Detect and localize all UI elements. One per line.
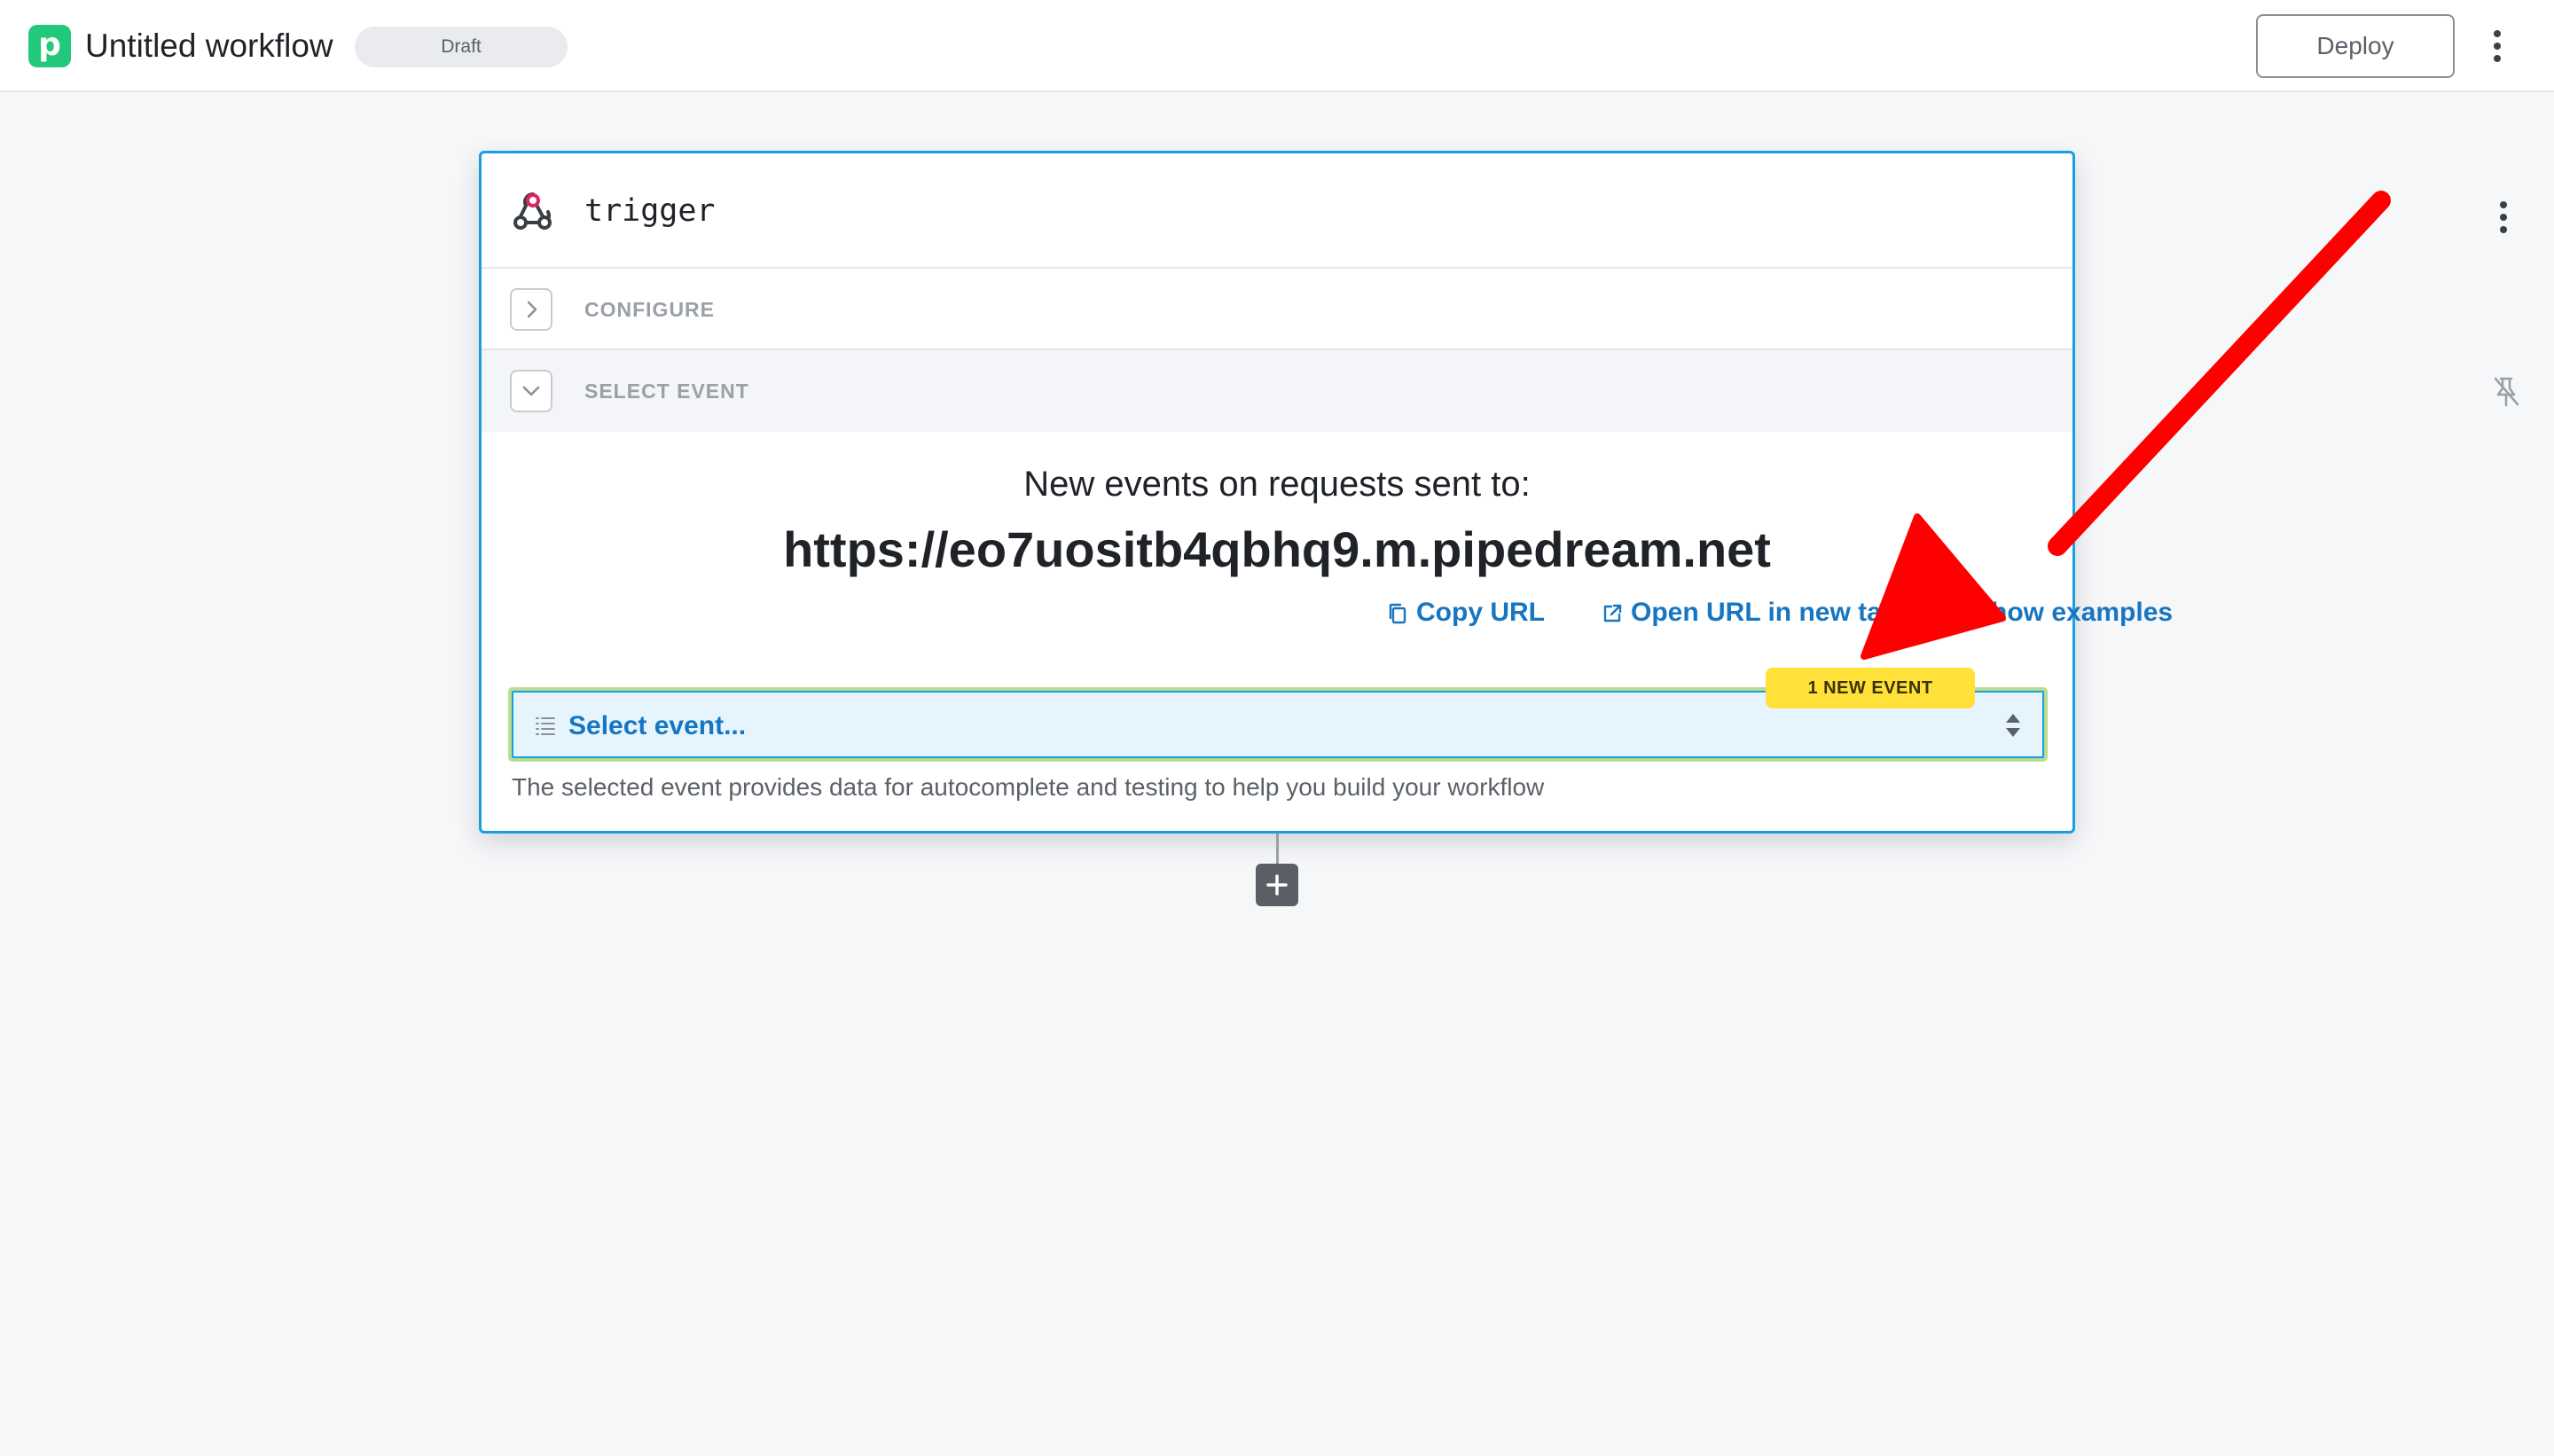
- external-link-icon: [1603, 604, 1622, 622]
- plus-icon: [1266, 874, 1288, 896]
- list-icon: [536, 717, 555, 735]
- copy-icon: [1389, 603, 1406, 624]
- pipedream-logo[interactable]: p: [28, 25, 71, 67]
- code-icon: [1944, 605, 1965, 622]
- trigger-name[interactable]: trigger: [584, 191, 716, 231]
- event-select-value: Select event...: [568, 711, 747, 740]
- trigger-card-header: trigger: [482, 153, 2507, 269]
- more-menu-icon[interactable]: [2488, 27, 2506, 66]
- new-event-badge: 1 NEW EVENT: [1766, 668, 1975, 708]
- configure-section[interactable]: CONFIGURE: [482, 269, 2072, 350]
- select-event-section[interactable]: SELECT EVENT: [482, 350, 2519, 432]
- show-examples-label: Show examples: [1973, 598, 2174, 627]
- open-url-label: Open URL in new tab: [1631, 598, 1899, 627]
- event-select-helper: The selected event provides data for aut…: [512, 773, 1545, 801]
- copy-url-link[interactable]: Copy URL: [1386, 595, 1546, 630]
- select-event-label: SELECT EVENT: [584, 380, 749, 403]
- copy-url-label: Copy URL: [1416, 598, 1545, 627]
- add-step-button[interactable]: [1256, 864, 1298, 906]
- webhook-icon: [513, 192, 552, 230]
- chevron-right-icon[interactable]: [510, 288, 552, 331]
- configure-label: CONFIGURE: [584, 298, 715, 321]
- open-url-link[interactable]: Open URL in new tab: [1601, 595, 1898, 630]
- unpin-icon[interactable]: [2491, 375, 2521, 409]
- trigger-card: trigger CONFIGURE SELECT EVENT New event…: [479, 151, 2519, 834]
- status-badge: Draft: [355, 27, 568, 67]
- deploy-button[interactable]: Deploy: [2256, 14, 2455, 78]
- workflow-title[interactable]: Untitled workflow: [85, 27, 333, 66]
- sort-icon: [2006, 714, 2020, 737]
- step-connector: [1276, 834, 1279, 865]
- events-heading: New events on requests sent to:: [1023, 465, 1531, 504]
- endpoint-url: https://eo7uositb4qbhq9.m.pipedream.net: [783, 521, 1771, 577]
- trigger-more-menu-icon[interactable]: [2495, 198, 2512, 237]
- top-bar: p Untitled workflow Draft Deploy: [0, 0, 2554, 92]
- chevron-down-icon[interactable]: [510, 370, 552, 412]
- show-examples-link[interactable]: Show examples: [1943, 595, 2174, 630]
